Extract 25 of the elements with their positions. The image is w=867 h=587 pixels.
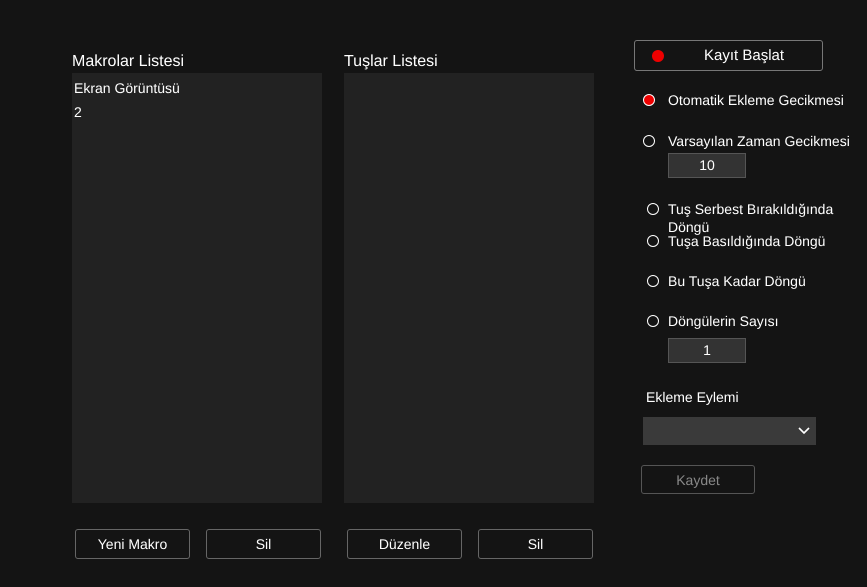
option-label: Döngülerin Sayısı xyxy=(668,312,779,330)
record-dot-icon xyxy=(652,50,664,62)
radio-button[interactable] xyxy=(643,135,655,147)
action-button[interactable]: Sil xyxy=(478,529,593,559)
radio-button[interactable] xyxy=(647,275,659,287)
radio-button[interactable] xyxy=(647,315,659,327)
option-label: Bu Tuşa Kadar Döngü xyxy=(668,272,806,290)
option-label: Otomatik Ekleme Gecikmesi xyxy=(668,91,844,109)
panel-title: Tuşlar Listesi xyxy=(344,52,439,72)
number-field[interactable]: 1 xyxy=(668,338,746,363)
chevron-down-icon xyxy=(798,427,810,435)
record-button[interactable]: Kayıt Başlat xyxy=(634,40,823,71)
option-label: Varsayılan Zaman Gecikmesi xyxy=(668,132,850,150)
radio-button[interactable] xyxy=(647,203,659,215)
option-label: Tuş Serbest Bırakıldığında Döngü xyxy=(668,200,834,236)
list-item[interactable]: 2 xyxy=(74,100,320,124)
number-field[interactable]: 10 xyxy=(668,153,746,178)
panel-title: Makrolar Listesi xyxy=(72,52,186,72)
radio-button[interactable] xyxy=(647,235,659,247)
radio-button[interactable] xyxy=(643,94,655,106)
action-button[interactable]: Düzenle xyxy=(347,529,462,559)
action-button[interactable]: Yeni Makro xyxy=(75,529,190,559)
action-button[interactable]: Sil xyxy=(206,529,321,559)
field-label: Ekleme Eylemi xyxy=(646,389,740,405)
list-item[interactable]: Ekran Görüntüsü xyxy=(74,76,320,100)
